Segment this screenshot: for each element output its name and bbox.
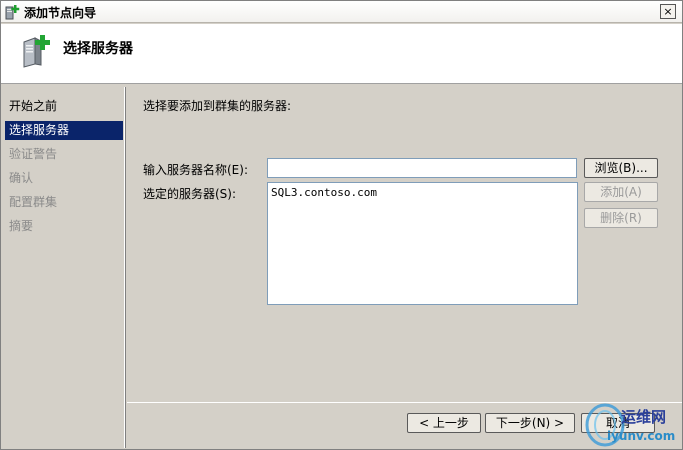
back-button[interactable]: < 上一步 (407, 413, 481, 433)
list-item[interactable]: SQL3.contoso.com (271, 186, 377, 199)
window-title: 添加节点向导 (24, 6, 97, 20)
server-add-icon (23, 35, 50, 68)
nav-step-before-you-begin[interactable]: 开始之前 (5, 97, 123, 116)
nav-step-confirmation: 确认 (9, 171, 34, 185)
watermark-text-cn: 运维网 (621, 408, 667, 426)
nav-step-summary: 摘要 (9, 219, 34, 233)
nav-step-validation-warning: 验证警告 (9, 147, 58, 161)
wizard-window: 添加节点向导 × 选择服务器 开始之前 选择服务器 验证警告 确认 配置群集 摘… (0, 0, 683, 450)
server-name-label: 输入服务器名称(E): (143, 163, 248, 177)
nav-divider (125, 87, 126, 448)
nav-step-configure-cluster: 配置群集 (9, 195, 58, 209)
page-title: 选择服务器 (63, 41, 133, 57)
close-button[interactable]: × (660, 4, 676, 19)
browse-button[interactable]: 浏览(B)... (584, 158, 658, 178)
selected-servers-label: 选定的服务器(S): (143, 187, 237, 201)
wizard-add-icon (5, 5, 20, 20)
title-bar: 添加节点向导 × (1, 1, 682, 23)
instruction-text: 选择要添加到群集的服务器: (143, 99, 292, 113)
add-button: 添加(A) (584, 182, 658, 202)
watermark-text-url: iyunv.com (607, 429, 676, 443)
nav-step-select-servers[interactable]: 选择服务器 (5, 121, 123, 140)
next-button[interactable]: 下一步(N) > (485, 413, 575, 433)
wizard-steps-nav (2, 87, 126, 448)
selected-servers-list[interactable]: SQL3.contoso.com (267, 182, 578, 305)
remove-button: 删除(R) (584, 208, 658, 228)
server-name-input[interactable] (267, 158, 577, 178)
wizard-header: 选择服务器 (1, 24, 682, 84)
close-icon: × (663, 5, 673, 18)
